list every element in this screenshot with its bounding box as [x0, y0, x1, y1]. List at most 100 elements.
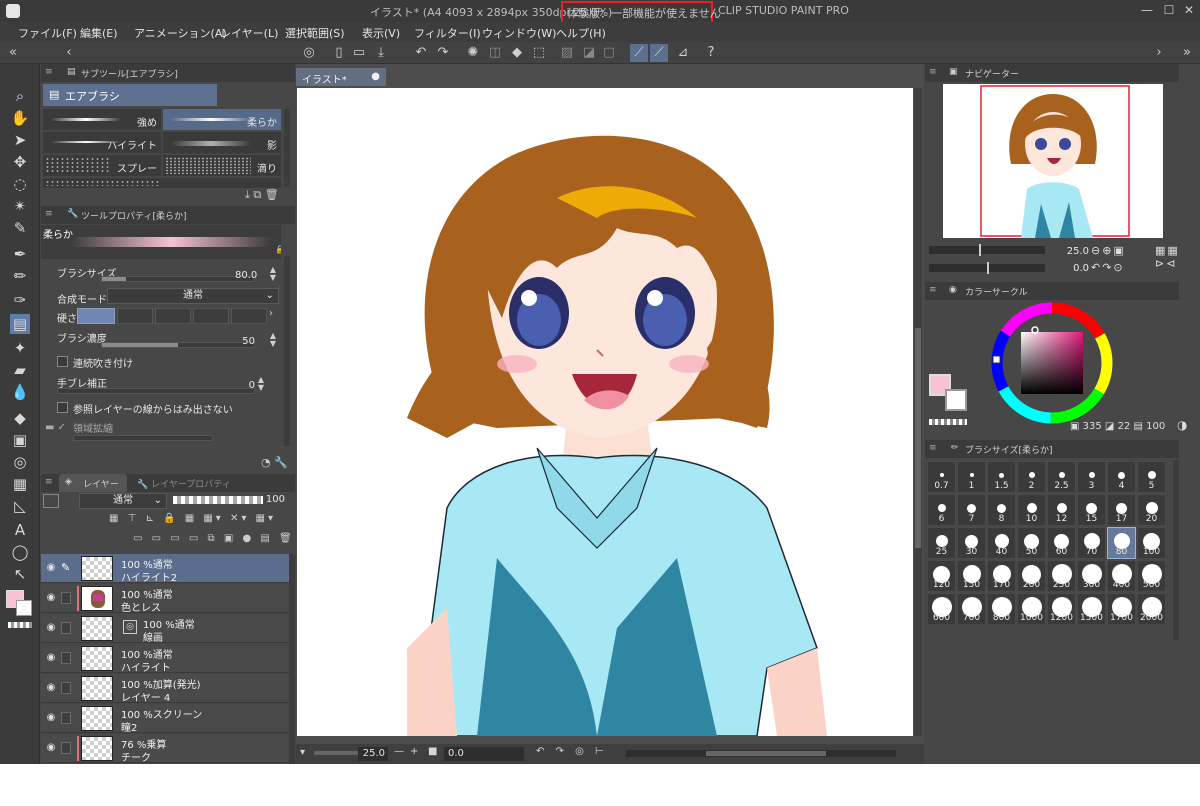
subtool-group-airbrush[interactable]: ▤ エアブラシ	[43, 84, 217, 106]
collapse-right-icon[interactable]: »	[1178, 44, 1196, 62]
menu-window[interactable]: ウィンドウ(W)	[482, 25, 556, 41]
layer-property-icons[interactable]: ▦ ⊤ ⊾ 🔒 ▦ ▦▾ ✕▾ ▦▾	[109, 513, 276, 524]
open-file-icon[interactable]: ▭	[350, 44, 368, 62]
eye-icon[interactable]: ◉	[45, 593, 57, 603]
brush-size-option[interactable]: 5	[1137, 461, 1166, 493]
brush-size-option[interactable]: 1000	[1017, 593, 1046, 625]
subtool-item-more[interactable]	[43, 178, 281, 188]
drawing-canvas[interactable]	[297, 88, 913, 736]
minimize-icon[interactable]: —	[1138, 3, 1156, 19]
brush-size-option[interactable]: 7	[957, 494, 986, 526]
navigator-rotate-slider[interactable]	[929, 262, 1045, 274]
blend-mode-select[interactable]: 通常 ⌄	[107, 288, 279, 304]
brush-size-option[interactable]: 0.7	[927, 461, 956, 493]
snap-ruler-icon[interactable]: ⟋	[630, 44, 648, 62]
new-file-icon[interactable]: ▯	[330, 44, 348, 62]
layer-row[interactable]: ◉ 100 %通常 色とレス	[41, 584, 289, 614]
continuous-spray-checkbox[interactable]	[57, 356, 68, 367]
subtool-item-strong[interactable]: 強め	[43, 109, 161, 130]
layer-opacity-slider[interactable]	[173, 496, 263, 504]
brush-size-option[interactable]: 25	[927, 527, 956, 559]
layer-command-icons[interactable]: ▭ ▭ ▭ ▭ ⧉ ▣ ● ▤ 🗑	[133, 533, 295, 544]
canvas-horizontal-scrollbar[interactable]	[626, 750, 896, 757]
expand-area-slider[interactable]	[73, 435, 213, 441]
brush-size-option[interactable]: 600	[927, 593, 956, 625]
zoom-tool-icon[interactable]: ⌕	[10, 86, 30, 106]
zoom-in-icon[interactable]: +	[410, 746, 418, 757]
brush-size-option[interactable]: 120	[927, 560, 956, 592]
layer-row[interactable]: ◉ ✎ 100 %通常 ハイライト2	[41, 554, 289, 584]
stabilizer-slider[interactable]	[57, 388, 255, 394]
brush-tool-icon[interactable]: ✑	[10, 290, 30, 310]
redo-icon[interactable]: ↷	[434, 44, 452, 62]
eye-icon[interactable]: ◉	[45, 743, 57, 753]
lasso-tool-icon[interactable]: ◌	[10, 174, 30, 194]
menu-selection[interactable]: 選択範囲(S)	[285, 25, 345, 41]
subtool-scrollbar[interactable]	[284, 109, 290, 187]
brush-size-option[interactable]: 200	[1017, 560, 1046, 592]
brush-size-option[interactable]: 30	[957, 527, 986, 559]
subtool-item-highlight[interactable]: ハイライト	[43, 132, 161, 153]
hardness-option-3[interactable]	[155, 308, 191, 324]
snap-grid-icon[interactable]: ⊿	[674, 44, 692, 62]
brush-size-option[interactable]: 40	[987, 527, 1016, 559]
close-tab-icon[interactable]: ●	[371, 71, 380, 82]
brush-size-option[interactable]: 1.5	[987, 461, 1016, 493]
layer-row[interactable]: ◉ 100 %スクリーン 瞳2	[41, 704, 289, 734]
brush-size-option[interactable]: 2.5	[1047, 461, 1076, 493]
navigator-zoom-slider[interactable]	[929, 244, 1045, 256]
lock-toggle[interactable]	[61, 682, 71, 694]
brush-size-option[interactable]: 2	[1017, 461, 1046, 493]
toolprop-scrollbar[interactable]	[284, 256, 290, 446]
sub-color-chip[interactable]	[16, 600, 32, 616]
invert-selection-icon[interactable]: ◪	[580, 44, 598, 62]
chevron-right-icon[interactable]: ›	[269, 308, 279, 324]
layer-row[interactable]: ◉ 100 %通常 ハイライト	[41, 644, 289, 674]
zoom-out-icon[interactable]: —	[394, 746, 404, 757]
brush-size-option[interactable]: 15	[1077, 494, 1106, 526]
brush-size-option[interactable]: 3	[1077, 461, 1106, 493]
lock-toggle[interactable]	[61, 652, 71, 664]
brush-size-option[interactable]: 800	[987, 593, 1016, 625]
decoration-tool-icon[interactable]: ✦	[10, 338, 30, 358]
layer-color-swatch[interactable]	[43, 494, 59, 508]
brush-size-option[interactable]: 60	[1047, 527, 1076, 559]
hardness-option-2[interactable]	[117, 308, 153, 324]
lock-toggle[interactable]	[61, 592, 71, 604]
brush-size-option[interactable]: 12	[1047, 494, 1076, 526]
brush-size-option[interactable]: 100	[1137, 527, 1166, 559]
canvas-vertical-scrollbar[interactable]	[914, 88, 922, 736]
brush-size-spinner[interactable]: ▲ ▼	[267, 266, 279, 282]
layer-scrollbar[interactable]	[289, 554, 295, 764]
clip-studio-icon[interactable]: ◎	[300, 44, 318, 62]
eye-icon[interactable]: ◉	[45, 653, 57, 663]
help-icon[interactable]: ?	[702, 44, 720, 62]
navigator-preview[interactable]	[943, 84, 1163, 238]
tab-layer-property[interactable]: 🔧 レイヤープロパティ	[137, 477, 231, 490]
panel-arrow-left-icon[interactable]: ‹	[60, 44, 78, 62]
color-mode-icon[interactable]: ◑	[1177, 418, 1187, 432]
layer-row[interactable]: ◉ ◎ 100 %通常 線画	[41, 614, 289, 644]
sub-color-swatch[interactable]	[945, 389, 967, 411]
brush-size-option[interactable]: 1200	[1047, 593, 1076, 625]
brush-size-option[interactable]: 17	[1107, 494, 1136, 526]
density-spinner[interactable]: ▲ ▼	[267, 332, 279, 348]
rotate-value[interactable]: 0.0	[444, 747, 524, 761]
brush-size-option[interactable]: 80	[1107, 527, 1136, 559]
reference-layer-checkbox[interactable]	[57, 402, 68, 413]
snap-special-ruler-icon[interactable]: ⟋	[650, 44, 668, 62]
menu-edit[interactable]: 編集(E)	[80, 25, 118, 41]
eyedropper-tool-icon[interactable]: ✎	[10, 218, 30, 238]
brush-size-option[interactable]: 400	[1107, 560, 1136, 592]
brush-size-option[interactable]: 1500	[1077, 593, 1106, 625]
auto-select-tool-icon[interactable]: ✴	[10, 196, 30, 216]
gradient-tool-icon[interactable]: ▣	[10, 430, 30, 450]
subtool-item-drip[interactable]: 滴り	[163, 155, 281, 176]
menu-icon[interactable]: ≡	[929, 285, 937, 295]
brush-size-option[interactable]: 2000	[1137, 593, 1166, 625]
figure-tool-icon[interactable]: ◎	[10, 452, 30, 472]
blend-tool-icon[interactable]: 💧	[10, 382, 30, 402]
close-icon[interactable]: ✕	[1180, 3, 1198, 19]
brush-size-option[interactable]: 4	[1107, 461, 1136, 493]
zoom-slider[interactable]	[314, 751, 358, 755]
